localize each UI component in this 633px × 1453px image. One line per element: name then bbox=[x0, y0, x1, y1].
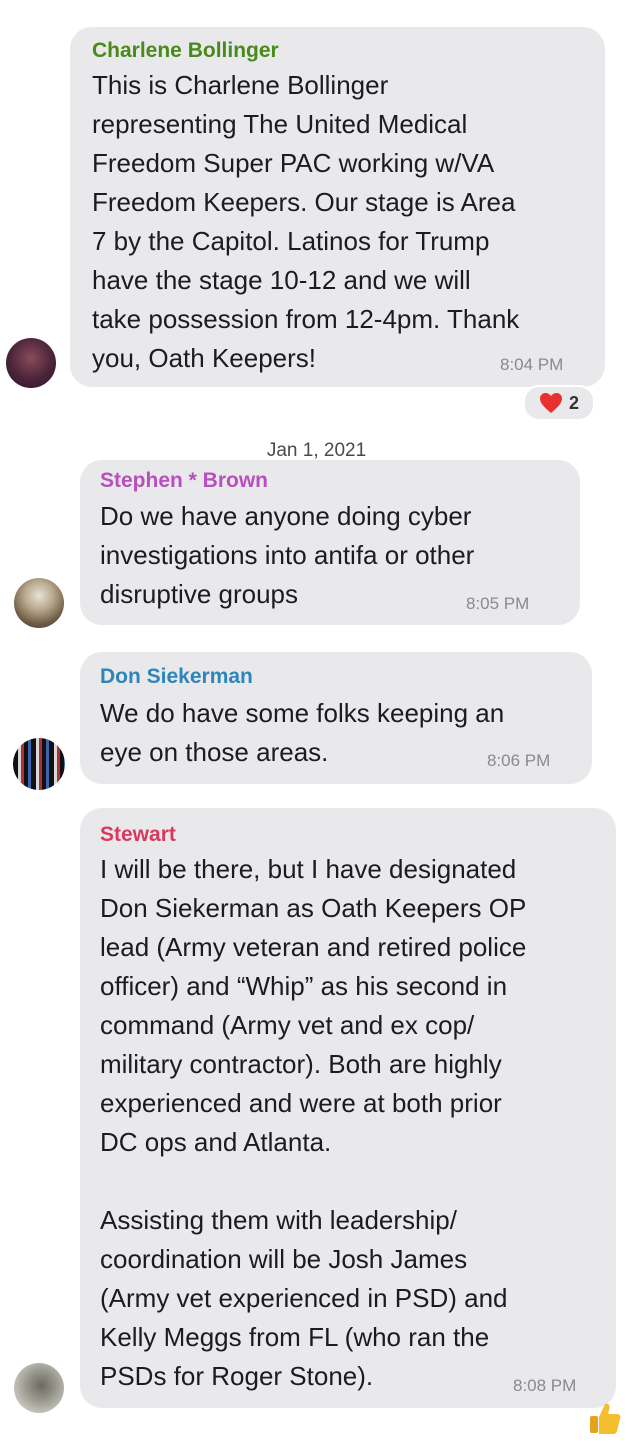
sender-name[interactable]: Don Siekerman bbox=[100, 665, 253, 689]
avatar-charlene[interactable] bbox=[6, 338, 56, 388]
message-timestamp: 8:05 PM bbox=[466, 594, 530, 613]
message-timestamp: 8:06 PM bbox=[487, 751, 551, 770]
message-timestamp: 8:08 PM bbox=[513, 1376, 577, 1395]
sender-name[interactable]: Stephen * Brown bbox=[100, 469, 268, 493]
message-timestamp: 8:04 PM bbox=[500, 355, 564, 374]
thumbs-up-icon[interactable] bbox=[587, 1400, 623, 1436]
heart-icon bbox=[539, 393, 562, 413]
date-separator: Jan 1, 2021 bbox=[266, 440, 367, 461]
sender-name[interactable]: Charlene Bollinger bbox=[92, 39, 279, 63]
avatar-stephen[interactable] bbox=[14, 578, 64, 628]
reaction-badge[interactable]: 2 bbox=[523, 385, 595, 421]
message-text: This is Charlene Bollinger representing … bbox=[92, 70, 520, 373]
message-text: We do have some folks keeping an eye on … bbox=[100, 698, 505, 767]
message-text: Do we have anyone doing cyber investigat… bbox=[100, 501, 475, 609]
message-text: I will be there, but I have designated D… bbox=[100, 854, 527, 1391]
avatar-stewart[interactable] bbox=[14, 1363, 64, 1413]
reaction-count: 2 bbox=[568, 392, 579, 413]
avatar-don[interactable] bbox=[13, 738, 65, 790]
sender-name[interactable]: Stewart bbox=[100, 823, 176, 847]
